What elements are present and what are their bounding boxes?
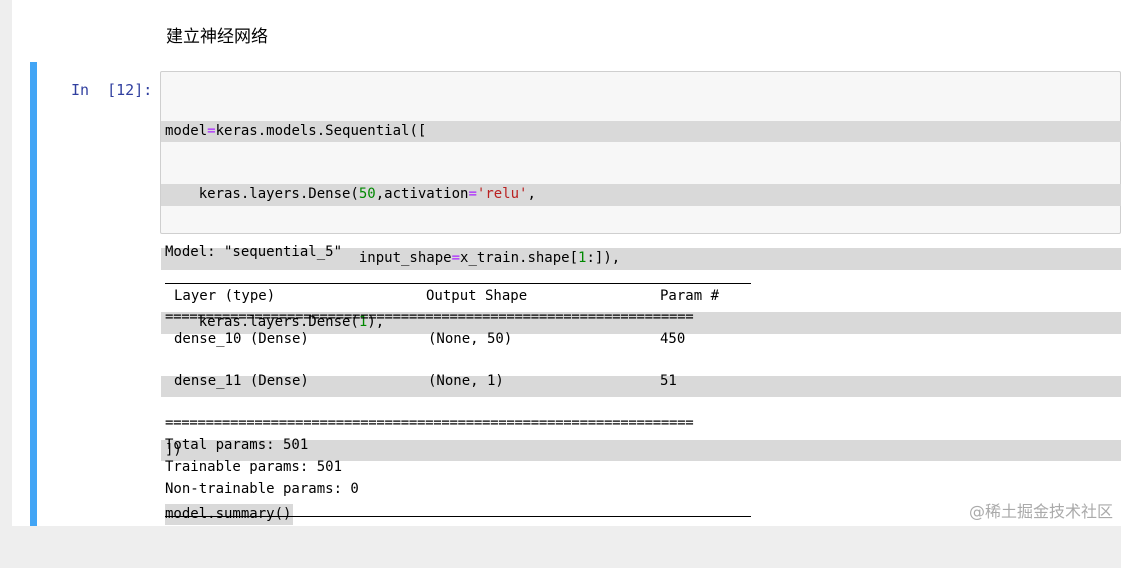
row-1-shape: (None, 50) <box>428 331 513 347</box>
row-1-layer: dense_10 (Dense) <box>174 331 309 347</box>
code-line-1: model=keras.models.Sequential([ <box>161 120 1121 142</box>
header-output-shape: Output Shape <box>426 288 528 304</box>
code-cell[interactable]: In [12]: model=keras.models.Sequential([… <box>30 62 1121 526</box>
summary-bottom-rule <box>165 516 751 517</box>
code-input-area[interactable]: model=keras.models.Sequential([ keras.la… <box>160 71 1121 526</box>
markdown-heading: 建立神经网络 <box>166 27 268 47</box>
summary-separator: ========================================… <box>165 309 694 325</box>
input-prompt: In [12]: <box>71 81 153 99</box>
row-2-params: 51 <box>660 373 677 389</box>
code-line-2: keras.layers.Dense(50,activation='relu', <box>161 184 1121 206</box>
notebook: 建立神经网络 In [12]: model=keras.models.Seque… <box>12 0 1121 526</box>
cell-output: Model: "sequential_5" Layer (type) Outpu… <box>165 244 751 548</box>
summary-top-rule <box>165 283 751 284</box>
code-editor[interactable]: model=keras.models.Sequential([ keras.la… <box>161 78 1121 526</box>
header-layer: Layer (type) <box>174 288 276 304</box>
markdown-cell[interactable]: 建立神经网络 <box>12 0 1121 62</box>
model-title: Model: "sequential_5" <box>165 244 343 260</box>
summary-separator-bottom: ========================================… <box>165 415 694 431</box>
total-params: Total params: 501 <box>165 437 309 453</box>
row-2-shape: (None, 1) <box>428 373 504 389</box>
row-1-params: 450 <box>660 331 686 347</box>
header-param: Param # <box>660 288 720 304</box>
row-2-layer: dense_11 (Dense) <box>174 373 309 389</box>
trainable-params: Trainable params: 501 <box>165 459 343 475</box>
non-trainable-params: Non-trainable params: 0 <box>165 481 359 497</box>
watermark: @稀土掘金技术社区 <box>968 502 1113 521</box>
selected-cell-indicator <box>30 62 37 526</box>
